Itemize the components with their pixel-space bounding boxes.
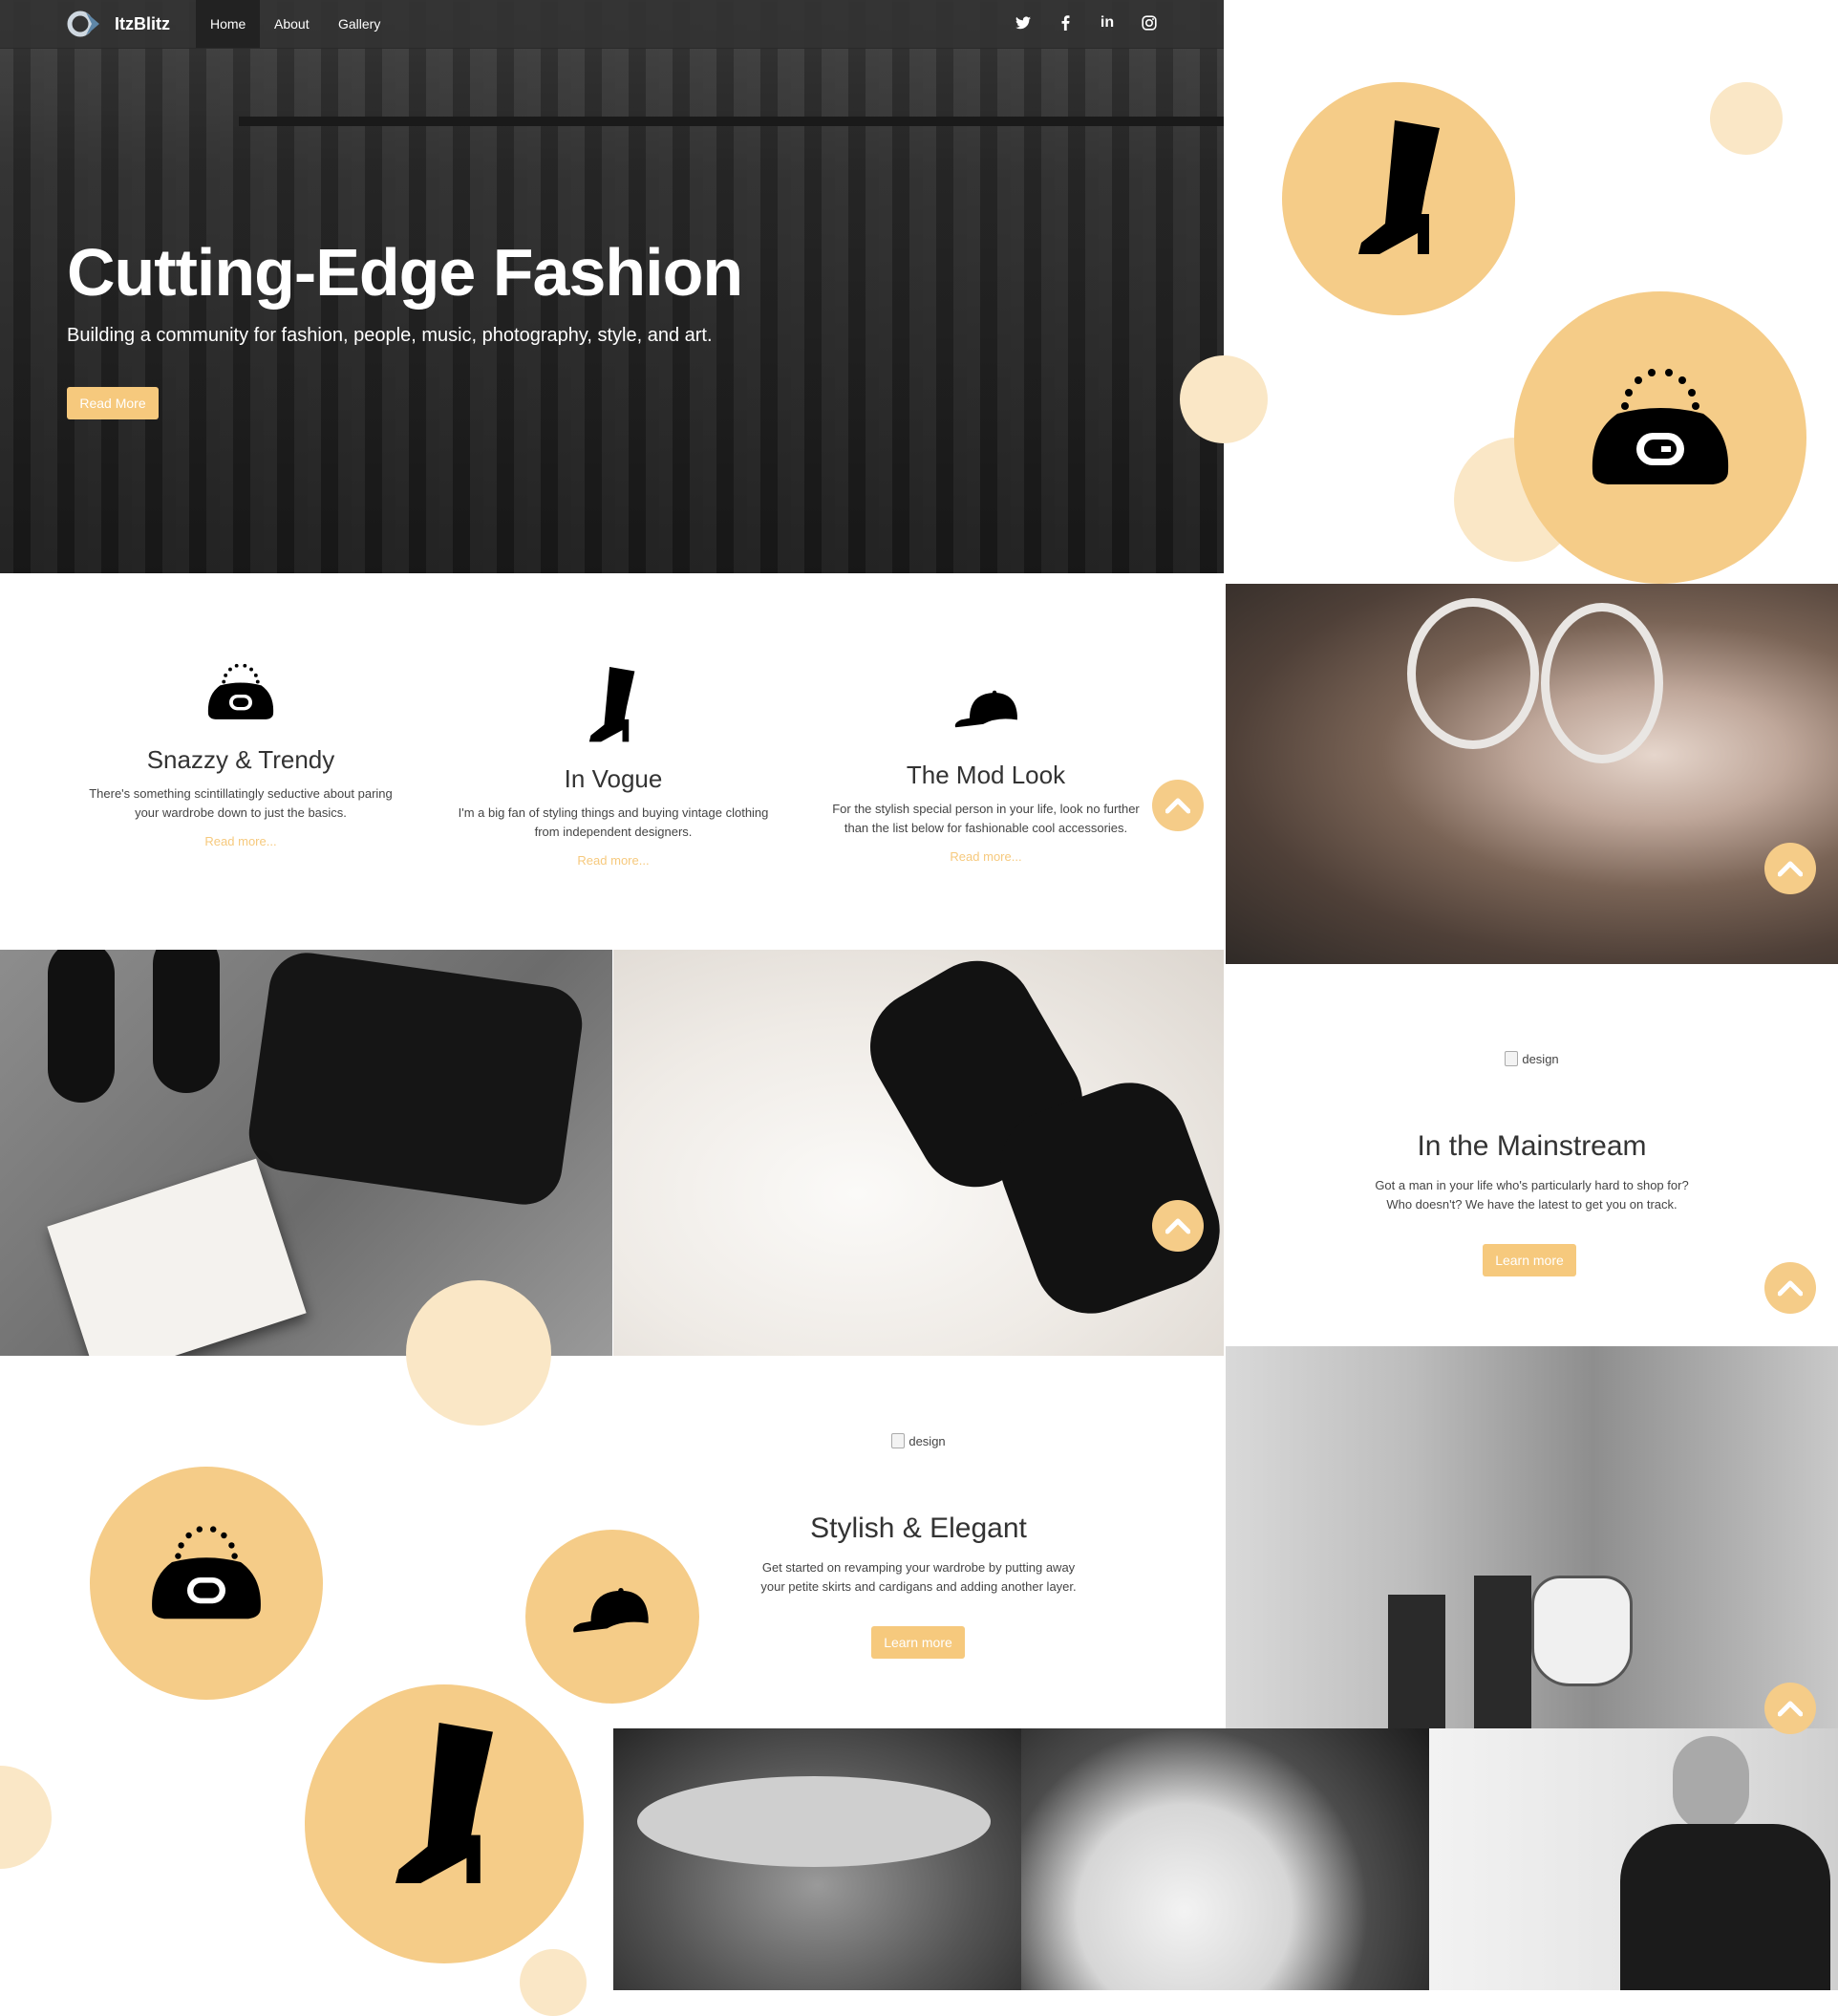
boot-icon [588, 667, 635, 742]
chevron-up-icon [1778, 1280, 1803, 1297]
elegant-title: Stylish & Elegant [810, 1512, 1027, 1544]
elegant-text: Get started on revamping your wardrobe b… [760, 1560, 1077, 1594]
scroll-top-button[interactable] [1152, 780, 1204, 831]
decor-circle [1180, 355, 1268, 443]
nav-home[interactable]: Home [196, 0, 261, 48]
hero-subtitle: Building a community for fashion, people… [67, 325, 713, 346]
twitter-icon[interactable] [1013, 12, 1034, 33]
mainstream-learn-more-button[interactable]: Learn more [1483, 1244, 1576, 1276]
feature-vogue: In Vogue I'm a big fan of styling things… [432, 667, 795, 869]
coat-handbag-image [1226, 1346, 1838, 1728]
boot-icon [1358, 120, 1440, 254]
hero-title: Cutting-Edge Fashion [67, 235, 743, 310]
nav-gallery[interactable]: Gallery [324, 0, 395, 48]
decor-circle [0, 1766, 52, 1869]
chevron-up-icon [1165, 798, 1190, 814]
design-image-placeholder: design [1505, 1051, 1559, 1066]
linkedin-icon[interactable]: in [1097, 12, 1118, 33]
brand-name: ItzBlitz [115, 13, 170, 33]
sunglasses-woman-image [1226, 584, 1838, 964]
purse-icon [1592, 369, 1729, 484]
chevron-up-icon [1165, 1218, 1190, 1234]
scroll-top-button[interactable] [1764, 1262, 1816, 1314]
feature-read-more-link[interactable]: Read more... [950, 849, 1021, 864]
chevron-up-icon [1778, 1701, 1803, 1717]
decor-circle [406, 1280, 551, 1426]
instagram-icon[interactable] [1139, 12, 1160, 33]
facebook-icon[interactable] [1055, 12, 1076, 33]
purse-icon [207, 663, 274, 719]
purse-circle [1514, 291, 1806, 584]
mainstream-text: Got a man in your life who's particularl… [1375, 1178, 1689, 1212]
purse-icon [152, 1526, 261, 1619]
feature-text: There's something scintillatingly seduct… [89, 786, 393, 820]
feature-mod: The Mod Look For the stylish special per… [804, 688, 1167, 866]
feature-snazzy: Snazzy & Trendy There's something scinti… [59, 661, 422, 850]
elegant-section: design Stylish & Elegant Get started on … [613, 1433, 1224, 1597]
feature-title: Snazzy & Trendy [146, 745, 335, 774]
feature-read-more-link[interactable]: Read more... [577, 853, 649, 868]
boot-icon [395, 1723, 493, 1883]
hat-woman-image [613, 1728, 1021, 1990]
feature-title: The Mod Look [906, 761, 1066, 789]
chevron-up-icon [1778, 861, 1803, 877]
navbar: ItzBlitz Home About Gallery in [0, 0, 1224, 49]
scroll-top-button[interactable] [1764, 843, 1816, 894]
purse-circle [90, 1467, 323, 1700]
scroll-top-button[interactable] [1152, 1200, 1204, 1252]
man-suit-image [1429, 1728, 1838, 1990]
scroll-top-button[interactable] [1764, 1683, 1816, 1734]
boot-circle [305, 1684, 584, 1963]
feature-read-more-link[interactable]: Read more... [204, 834, 276, 848]
decor-circle [520, 1949, 587, 2016]
watch-closeup-image [1021, 1728, 1429, 1990]
nav-about[interactable]: About [260, 0, 324, 48]
decor-circle [1710, 82, 1783, 155]
feature-text: I'm a big fan of styling things and buyi… [458, 805, 769, 839]
sandals-fur-image [613, 950, 1224, 1356]
cap-icon [954, 690, 1017, 728]
hero-read-more-button[interactable]: Read More [67, 387, 159, 419]
design-image-placeholder: design [891, 1433, 946, 1448]
elegant-learn-more-button[interactable]: Learn more [871, 1626, 965, 1659]
feature-text: For the stylish special person in your l… [832, 802, 1140, 835]
boot-circle [1282, 82, 1515, 315]
mainstream-title: In the Mainstream [1417, 1130, 1647, 1162]
mainstream-section: design In the Mainstream Got a man in yo… [1226, 1051, 1838, 1214]
brand-link[interactable]: ItzBlitz [67, 10, 170, 38]
feature-title: In Vogue [564, 764, 663, 793]
brand-logo-icon [67, 10, 105, 38]
